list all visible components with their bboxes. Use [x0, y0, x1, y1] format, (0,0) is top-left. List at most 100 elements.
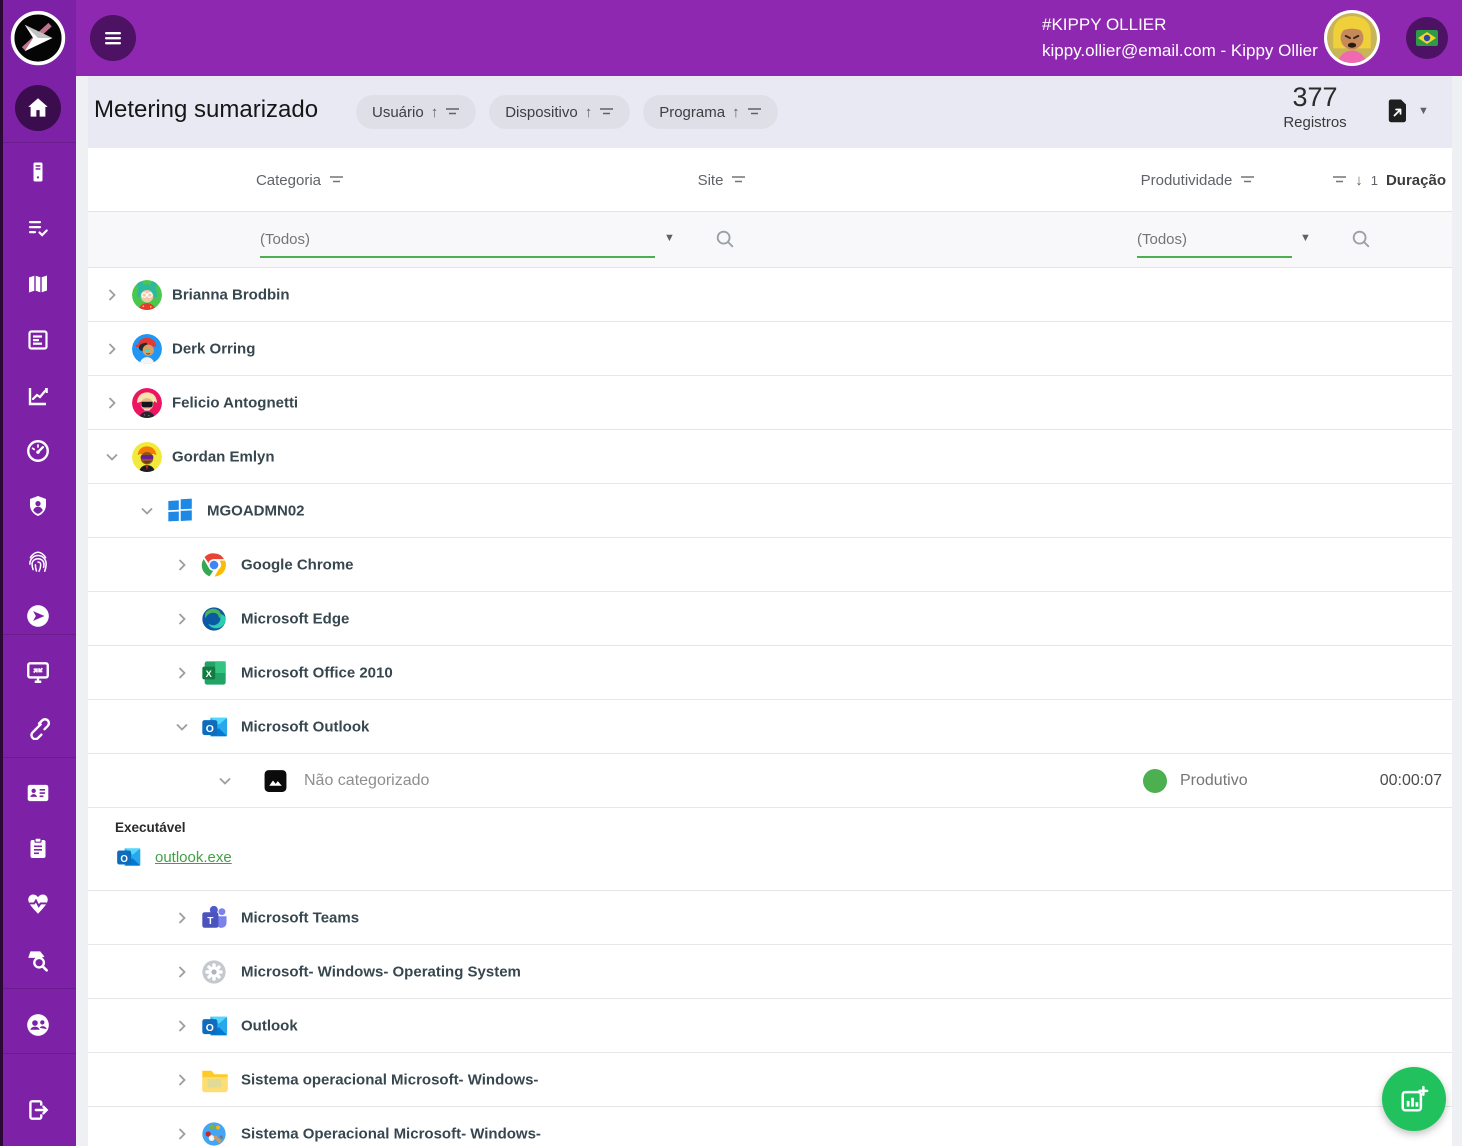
clipboard-icon — [26, 836, 50, 860]
app-logo[interactable] — [0, 0, 76, 76]
column-header-categoria[interactable]: Categoria — [180, 148, 420, 212]
svg-text:O: O — [206, 1023, 214, 1034]
chevron-down-icon[interactable] — [102, 447, 122, 467]
program-row-sistema-operacional-2[interactable]: Sistema Operacional Microsoft- Windows- — [88, 1107, 1452, 1146]
device-row-mgoadmn02[interactable]: MGOADMN02 — [88, 484, 1452, 538]
home-icon — [25, 95, 51, 121]
sort-asc-icon: ↑ — [431, 104, 439, 121]
chevron-right-icon[interactable] — [102, 339, 122, 359]
records-label: Registros — [1270, 114, 1360, 131]
user-row-felicio[interactable]: Felicio Antognetti — [88, 376, 1452, 430]
chevron-down-icon[interactable] — [172, 717, 192, 737]
link-icon — [25, 714, 51, 740]
sidebar-item-home[interactable] — [15, 85, 61, 131]
sidebar-item-contact-card[interactable] — [15, 770, 61, 816]
duracao-search-button[interactable] — [1350, 228, 1372, 250]
site-search-button[interactable] — [714, 228, 736, 250]
sidebar-item-reports[interactable] — [15, 317, 61, 363]
program-row-teams[interactable]: T Microsoft Teams — [88, 891, 1452, 945]
chevron-right-icon[interactable] — [172, 908, 192, 928]
top-bar: #KIPPY OLLIER kippy.ollier@email.com - K… — [0, 0, 1462, 76]
category-row-nao-categorizado[interactable]: Não categorizado Produtivo 00:00:07 — [88, 754, 1452, 808]
sort-chip-programa[interactable]: Programa ↑ — [643, 95, 777, 129]
program-row-chrome[interactable]: Google Chrome — [88, 538, 1452, 592]
table-filter-row: (Todos) ▼ (Todos) ▼ — [88, 212, 1452, 268]
search-icon — [714, 228, 736, 250]
user-info[interactable]: #KIPPY OLLIER kippy.ollier@email.com - K… — [1042, 12, 1318, 64]
export-button[interactable]: ▼ — [1386, 98, 1429, 124]
chevron-down-icon[interactable] — [137, 501, 157, 521]
program-row-windows-os[interactable]: Microsoft- Windows- Operating System — [88, 945, 1452, 999]
filter-icon[interactable] — [731, 174, 746, 186]
column-header-duracao[interactable]: ↓1 Duração — [1332, 148, 1446, 212]
sidebar-item-groups[interactable] — [15, 1002, 61, 1048]
produtividade-filter-select[interactable]: (Todos) — [1137, 222, 1292, 258]
user-row-gordan[interactable]: Gordan Emlyn — [88, 430, 1452, 484]
chevron-right-icon[interactable] — [172, 1124, 192, 1144]
user-avatar[interactable] — [1324, 10, 1380, 66]
search-icon — [1350, 228, 1372, 250]
language-flag-button[interactable] — [1406, 17, 1448, 59]
sidebar-item-logout[interactable] — [15, 1087, 61, 1133]
sidebar-item-fingerprint[interactable] — [15, 539, 61, 585]
executable-file-link[interactable]: outlook.exe — [155, 849, 232, 866]
menu-button[interactable] — [90, 15, 136, 61]
chevron-right-icon[interactable] — [172, 1016, 192, 1036]
sort-asc-icon: ↑ — [585, 104, 593, 121]
column-header-produtividade[interactable]: Produtividade — [1078, 148, 1318, 212]
user-row-brianna[interactable]: Brianna Brodbin — [88, 268, 1452, 322]
chart-add-icon — [1399, 1084, 1429, 1114]
records-counter: 377 Registros — [1270, 82, 1360, 131]
svg-text:O: O — [206, 724, 214, 735]
filter-icon[interactable] — [329, 174, 344, 186]
chevron-right-icon[interactable] — [172, 962, 192, 982]
sidebar-item-devices[interactable] — [15, 149, 61, 195]
outlook-icon: O — [115, 844, 143, 870]
add-report-fab[interactable] — [1382, 1067, 1446, 1131]
sidebar-item-gauge[interactable] — [15, 428, 61, 474]
sort-chip-dispositivo[interactable]: Dispositivo ↑ — [489, 95, 630, 129]
chevron-right-icon[interactable] — [172, 609, 192, 629]
chevron-down-icon[interactable]: ▼ — [664, 232, 675, 244]
window-edge — [0, 0, 3, 1146]
speedometer-icon — [25, 438, 51, 464]
user-row-derk[interactable]: Derk Orring — [88, 322, 1452, 376]
sidebar-item-remote-desktop[interactable] — [15, 649, 61, 695]
user-email-line: kippy.ollier@email.com - Kippy Ollier — [1042, 38, 1318, 64]
windows-icon — [166, 497, 194, 525]
chevron-right-icon[interactable] — [102, 393, 122, 413]
chevron-right-icon[interactable] — [172, 555, 192, 575]
program-row-edge[interactable]: Microsoft Edge — [88, 592, 1452, 646]
sort-chip-usuario[interactable]: Usuário ↑ — [356, 95, 476, 129]
outlook-icon: O — [200, 713, 230, 741]
chevron-right-icon[interactable] — [172, 663, 192, 683]
avatar — [132, 442, 162, 472]
fingerprint-icon — [25, 549, 51, 575]
chevron-down-icon[interactable] — [215, 771, 235, 791]
search-page-icon — [25, 947, 51, 973]
avatar — [132, 388, 162, 418]
executable-detail: Executável O outlook.exe — [88, 808, 1452, 891]
filter-icon — [747, 106, 762, 118]
sidebar-item-trend-chart[interactable] — [15, 373, 61, 419]
filter-icon[interactable] — [1332, 174, 1347, 186]
sidebar-item-health[interactable] — [15, 881, 61, 927]
sidebar-item-connections[interactable] — [15, 704, 61, 750]
chevron-right-icon[interactable] — [172, 1070, 192, 1090]
sidebar-item-clipboard[interactable] — [15, 825, 61, 871]
program-row-office2010[interactable]: X Microsoft Office 2010 — [88, 646, 1452, 700]
sidebar-item-security-account[interactable] — [15, 483, 61, 529]
column-header-site[interactable]: Site — [622, 148, 822, 212]
poll-box-icon — [26, 328, 50, 352]
sidebar-item-map[interactable] — [15, 261, 61, 307]
program-row-outlook[interactable]: O Microsoft Outlook — [88, 700, 1452, 754]
filter-icon[interactable] — [1240, 174, 1255, 186]
chevron-right-icon[interactable] — [102, 285, 122, 305]
sidebar-item-inspect[interactable] — [15, 937, 61, 983]
sidebar-item-sender[interactable] — [15, 593, 61, 639]
categoria-filter-select[interactable]: (Todos) — [260, 222, 655, 258]
program-row-outlook2[interactable]: O Outlook — [88, 999, 1452, 1053]
sidebar-item-activity-log[interactable] — [15, 205, 61, 251]
program-row-sistema-operacional-1[interactable]: Sistema operacional Microsoft- Windows- — [88, 1053, 1452, 1107]
chevron-down-icon[interactable]: ▼ — [1300, 232, 1311, 244]
